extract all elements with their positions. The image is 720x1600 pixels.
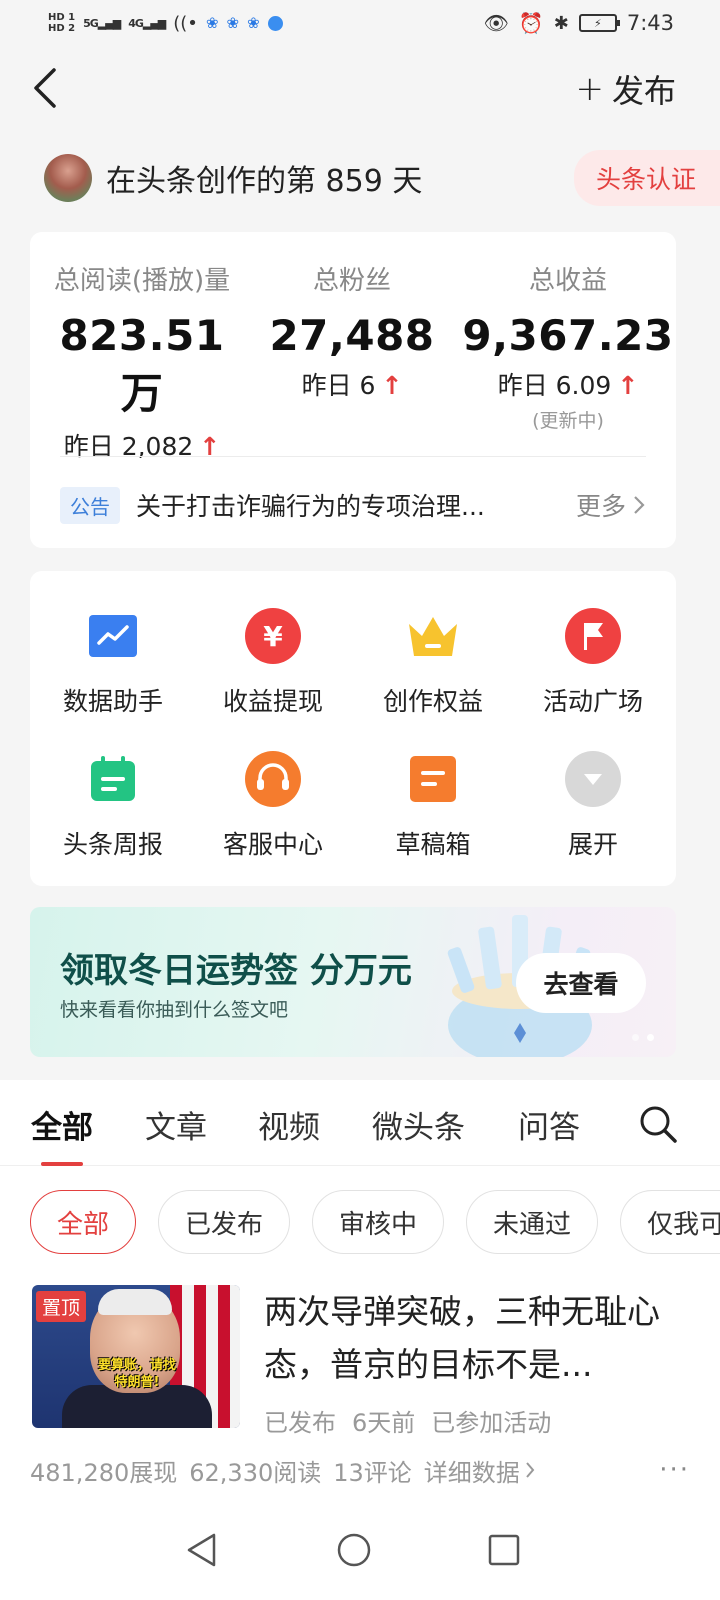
filter-reviewing[interactable]: 审核中 <box>312 1190 445 1254</box>
stat-delta: 昨日 6 ↑ <box>301 371 403 400</box>
header: + 发布 <box>0 58 720 118</box>
notice-tag: 公告 <box>60 486 120 524</box>
filter-private[interactable]: 仅我可见 <box>620 1190 720 1254</box>
filter-all[interactable]: 全部 <box>30 1190 137 1254</box>
banner-title: 领取冬日运势签 分万元 <box>60 951 412 991</box>
chevron-right-icon <box>634 496 645 514</box>
nav-recents-button[interactable] <box>484 1530 524 1570</box>
signal-4g-icon: 4G▂▄▆ <box>128 16 166 30</box>
chart-icon <box>85 608 141 664</box>
paw-icon: ❀ <box>247 14 260 32</box>
svg-text:¥: ¥ <box>263 620 283 653</box>
divider <box>60 456 646 457</box>
creator-row: 在头条创作的第 859 天 头条认证 <box>44 150 720 206</box>
content-tabs: 全部 文章 视频 微头条 问答 <box>0 1080 720 1166</box>
back-button[interactable] <box>28 64 68 112</box>
more-options-button[interactable]: ··· <box>659 1455 690 1485</box>
tool-weekly-report[interactable]: 头条周报 <box>33 751 193 861</box>
tool-data-assistant[interactable]: 数据助手 <box>33 608 193 718</box>
back-arrow-icon <box>34 68 56 108</box>
nav-back-button[interactable] <box>182 1530 222 1570</box>
content-section: 全部 文章 视频 微头条 问答 全部 已发布 审核中 未通过 仅我可见 置顶 要… <box>0 1080 720 1500</box>
promo-banner[interactable]: 领取冬日运势签 分万元 快来看看你抽到什么签文吧 去查看 <box>30 907 676 1057</box>
stats-card: 总阅读(播放)量 823.51万 昨日 2,082 ↑ 总粉丝 27,488 昨日… <box>30 232 676 548</box>
article-thumbnail[interactable]: 置顶 要算账，请找特朗普! <box>32 1285 240 1428</box>
tab-articles[interactable]: 文章 <box>145 1102 207 1147</box>
paw-icon: ❀ <box>226 14 240 32</box>
banner-subtitle: 快来看看你抽到什么签文吧 <box>60 999 289 1021</box>
tab-all[interactable]: 全部 <box>31 1102 93 1147</box>
filter-rejected[interactable]: 未通过 <box>466 1190 599 1254</box>
verify-badge[interactable]: 头条认证 <box>573 150 720 206</box>
triangle-back-icon <box>187 1533 216 1567</box>
clock: 7:43 <box>626 11 674 35</box>
article-meta: 已发布 6天前 已参加活动 <box>264 1409 552 1437</box>
bluetooth-icon: ✱ <box>553 12 569 34</box>
stat-total-income[interactable]: 总收益 9,367.23 昨日 6.09 ↑ (更新中) <box>460 260 676 433</box>
pinned-tag: 置顶 <box>36 1291 87 1322</box>
tab-qa[interactable]: 问答 <box>518 1102 580 1147</box>
thumb-figure-hair <box>98 1289 172 1315</box>
circle-home-icon <box>337 1533 371 1567</box>
plus-icon: + <box>575 69 604 109</box>
tool-drafts[interactable]: 草稿箱 <box>353 751 513 861</box>
tools-card: 数据助手 ¥ 收益提现 创作权益 活动广场 头条周报 客服中心 草稿箱 展开 <box>30 571 676 886</box>
calendar-icon <box>85 751 141 807</box>
tab-underline <box>41 1162 83 1166</box>
article-title[interactable]: 两次导弹突破，三种无耻心态，普京的目标不是... <box>264 1285 684 1391</box>
article-stats: 481,280展现 62,330阅读 13评论 详细数据 ··· <box>30 1452 690 1488</box>
crown-icon <box>405 608 461 664</box>
notice-more-link[interactable]: 更多 <box>576 487 646 523</box>
globe-icon <box>267 15 283 31</box>
search-icon <box>640 1106 677 1143</box>
stat-delta: 昨日 6.09 ↑ <box>497 371 639 400</box>
stat-delta: 昨日 2,082 ↑ <box>63 432 221 461</box>
publish-button[interactable]: + 发布 <box>575 66 676 112</box>
banner-view-button[interactable]: 去查看 <box>516 953 646 1013</box>
carousel-dot-active <box>647 1034 654 1041</box>
tab-videos[interactable]: 视频 <box>258 1102 320 1147</box>
headset-icon <box>245 751 301 807</box>
alarm-icon: ⏰ <box>518 11 544 35</box>
hd-indicator: HD 1 HD 2 <box>48 12 76 34</box>
tool-income-withdraw[interactable]: ¥ 收益提现 <box>193 608 353 718</box>
tool-expand[interactable]: 展开 <box>513 751 673 861</box>
tool-customer-service[interactable]: 客服中心 <box>193 751 353 861</box>
stat-total-fans[interactable]: 总粉丝 27,488 昨日 6 ↑ <box>252 260 452 402</box>
paw-icon: ❀ <box>205 14 219 32</box>
chevron-down-icon <box>565 751 621 807</box>
carousel-dot <box>632 1034 639 1041</box>
flag-icon <box>565 608 621 664</box>
tab-micro-posts[interactable]: 微头条 <box>372 1102 465 1147</box>
signal-5g-icon: 5G▂▄▆ <box>83 16 121 30</box>
chevron-right-icon <box>526 1462 535 1478</box>
notice-bar[interactable]: 公告 关于打击诈骗行为的专项治理... 更多 <box>60 486 646 524</box>
wifi-icon: ((• <box>173 12 198 34</box>
eye-icon: 👁 <box>483 11 509 35</box>
tool-creator-rights[interactable]: 创作权益 <box>353 608 513 718</box>
system-nav-bar <box>0 1500 720 1600</box>
search-button[interactable] <box>638 1104 678 1144</box>
status-bar: HD 1 HD 2 5G▂▄▆ 4G▂▄▆ ((• ❀ ❀ ❀ 👁 ⏰ ✱ ⚡ … <box>0 0 720 46</box>
filter-chips-scroll: 全部 已发布 审核中 未通过 仅我可见 <box>0 1190 720 1254</box>
article-item[interactable]: 置顶 要算账，请找特朗普! 两次导弹突破，三种无耻心态，普京的目标不是... 已… <box>30 1285 690 1437</box>
thumb-caption: 要算账，请找特朗普! <box>97 1358 176 1390</box>
tool-activity-square[interactable]: 活动广场 <box>513 608 673 718</box>
square-recents-icon <box>488 1534 520 1566</box>
arrow-up-icon: ↑ <box>381 371 403 400</box>
draft-icon <box>405 751 461 807</box>
filter-published[interactable]: 已发布 <box>158 1190 291 1254</box>
notice-text: 关于打击诈骗行为的专项治理... <box>136 492 485 521</box>
stat-total-reads[interactable]: 总阅读(播放)量 823.51万 昨日 2,082 ↑ <box>42 260 242 463</box>
arrow-up-icon: ↑ <box>617 371 639 400</box>
avatar[interactable] <box>44 154 92 202</box>
nav-home-button[interactable] <box>334 1530 374 1570</box>
detail-data-link[interactable]: 详细数据 <box>424 1453 536 1488</box>
battery-icon: ⚡ <box>578 14 620 32</box>
filter-chips: 全部 已发布 审核中 未通过 仅我可见 <box>30 1190 720 1254</box>
creator-days-text: 在头条创作的第 859 天 <box>106 164 423 199</box>
yuan-icon: ¥ <box>245 608 301 664</box>
carousel-dots <box>632 1034 654 1041</box>
